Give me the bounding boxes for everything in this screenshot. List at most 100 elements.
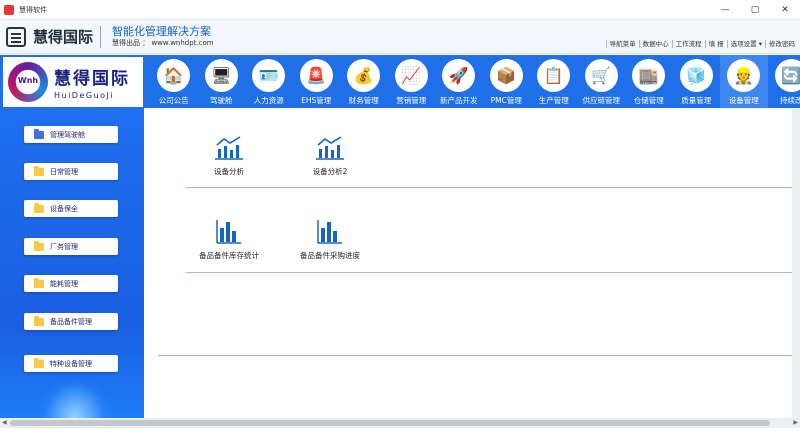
module-list: 🏠 公司公告 🖥 驾驶舱 🪪 人力资源 🚨 EHS管理 💰 财务管理 📈 营销管理 🚀 新产品… [150,55,800,108]
sidebar-item-cockpit[interactable]: 管理驾驶舱 [24,126,118,143]
sidebar-item-label: 特种设备管理 [50,359,92,368]
module-label: 设备管理 [728,96,759,105]
folder-icon [34,277,44,288]
sidebar-item-special-equipment[interactable]: 特种设备管理 [24,355,118,372]
module-label: 供应链管理 [582,96,621,105]
module-label: 驾驶舱 [210,96,233,105]
company-logo: Wnh 慧得国际 HuiDeGuoJi [3,57,143,107]
link-nav-menu[interactable]: 导航菜单 [605,40,639,48]
module-production[interactable]: 📋 生产管理 [530,55,578,108]
trend-chart-icon: 📈 [394,59,428,92]
warehouse-icon: 🏬 [632,59,666,92]
module-label: 生产管理 [538,96,569,105]
vertical-scrollbar[interactable] [792,108,800,418]
id-card-icon: 🪪 [252,59,286,92]
sidebar-item-label: 备品备件管理 [50,317,92,326]
function-spare-purchase-progress[interactable]: 备品备件采购进度 [285,220,375,261]
site-url: 慧得出品 ： www.wnhdpt.com [112,39,214,47]
module-label: EHS管理 [301,96,332,105]
module-marketing[interactable]: 📈 营销管理 [388,55,436,108]
folder-icon [34,315,44,326]
sidebar-item-spare-parts[interactable]: 备品备件管理 [24,313,118,330]
section-divider [158,355,798,356]
scroll-right-icon[interactable]: ▶ [793,418,798,428]
link-workflow[interactable]: 工作流程 [671,40,705,48]
function-spare-stock-stats[interactable]: 备品备件库存统计 [184,220,274,261]
scrollbar-thumb[interactable] [10,420,770,426]
cube-icon: 🧊 [679,59,713,92]
link-change-password[interactable]: 修改密码 [765,40,798,48]
maximize-icon[interactable]: ▢ [740,0,770,20]
module-label: 持续改 [780,96,800,105]
link-data-center[interactable]: 数据中心 [638,40,672,48]
function-equipment-analysis[interactable]: 设备分析 [184,136,274,177]
function-equipment-analysis-2[interactable]: 设备分析2 [285,136,375,177]
close-icon[interactable]: ✕ [770,0,800,20]
line-chart-icon [316,136,344,160]
module-warehouse[interactable]: 🏬 仓储管理 [625,55,673,108]
logo-mark-text: Wnh [17,76,39,85]
bar-chart-icon [317,220,342,244]
folder-icon [34,357,44,368]
module-ehs[interactable]: 🚨 EHS管理 [293,55,341,108]
rocket-icon: 🚀 [442,59,476,92]
logo-name-en: HuiDeGuoJi [54,91,115,100]
module-navbar: Wnh 慧得国际 HuiDeGuoJi 🏠 公司公告 🖥 驾驶舱 🪪 人力资源 🚨 EH… [0,55,800,108]
sidebar-item-facility[interactable]: 厂务管理 [24,238,118,255]
function-label: 设备分析 [214,167,244,176]
sidebar-item-label: 管理驾驶舱 [50,130,85,139]
money-icon: 💰 [347,59,381,92]
logo-mark: Wnh [8,62,48,102]
module-finance[interactable]: 💰 财务管理 [340,55,388,108]
sidebar-item-maintenance[interactable]: 设备保全 [24,200,118,217]
box-icon: 📦 [489,59,523,92]
horizontal-scrollbar[interactable]: ◀ ▶ [0,418,800,428]
cycle-icon: 🔄 [774,59,800,92]
module-notice[interactable]: 🏠 公司公告 [150,55,198,108]
sidebar-item-energy[interactable]: 能耗管理 [24,275,118,292]
logo-name-cn: 慧得国际 [54,69,130,89]
app-header: 慧得国际 智能化管理解决方案 慧得出品 ： www.wnhdpt.com 导航菜… [0,20,800,54]
monitor-icon: 🖥 [204,59,238,92]
module-hr[interactable]: 🪪 人力资源 [245,55,293,108]
cart-icon: 🛒 [584,59,618,92]
folder-icon [34,240,44,251]
folder-icon [34,202,44,213]
module-label: 人力资源 [253,96,284,105]
window-controls: — ▢ ✕ [710,0,800,20]
section-divider [186,272,798,273]
logo-text: 慧得国际 HuiDeGuoJi [54,64,130,100]
worker-icon: 👷 [727,59,761,92]
module-label: 财务管理 [348,96,379,105]
link-options[interactable]: 选项设置 ▾ [726,40,765,48]
module-equipment[interactable]: 👷 设备管理 [720,55,768,108]
module-supply-chain[interactable]: 🛒 供应链管理 [578,55,626,108]
app-icon [4,4,14,15]
top-links: 导航菜单 数据中心 工作流程 填 报 选项设置 ▾ 修改密码 [605,40,798,48]
sidebar: 管理驾驶舱 日常管理 设备保全 厂务管理 能耗管理 备品备件管理 特种设备管理 [0,108,144,418]
sidebar-item-daily[interactable]: 日常管理 [24,163,118,180]
module-label: 营销管理 [396,96,427,105]
module-cockpit[interactable]: 🖥 驾驶舱 [198,55,246,108]
module-pmc[interactable]: 📦 PMC管理 [483,55,531,108]
link-fill-report[interactable]: 填 报 [704,40,727,48]
scroll-left-icon[interactable]: ◀ [2,418,7,428]
sidebar-item-label: 厂务管理 [50,242,78,251]
module-quality[interactable]: 🧊 质量管理 [673,55,721,108]
main-panel: 设备分析 设备分析2 备品备件库存统计 备品备件采购进度 [144,108,800,418]
function-label: 备品备件库存统计 [199,251,259,260]
function-label: 备品备件采购进度 [300,251,360,260]
module-label: 新产品开发 [440,96,478,105]
section-divider [186,187,798,188]
folder-open-icon [34,128,44,139]
document-icon [6,26,26,47]
minimize-icon[interactable]: — [710,0,740,20]
sidebar-item-label: 设备保全 [50,204,78,213]
home-icon: 🏠 [157,59,191,92]
module-label: 公司公告 [158,96,189,105]
brand-name: 慧得国际 [33,28,94,46]
module-improvement[interactable]: 🔄 持续改 [768,55,800,108]
window-titlebar: 慧得软件 — ▢ ✕ [0,0,800,20]
module-npd[interactable]: 🚀 新产品开发 [435,55,483,108]
brand-mini: 慧得国际 [6,26,93,47]
